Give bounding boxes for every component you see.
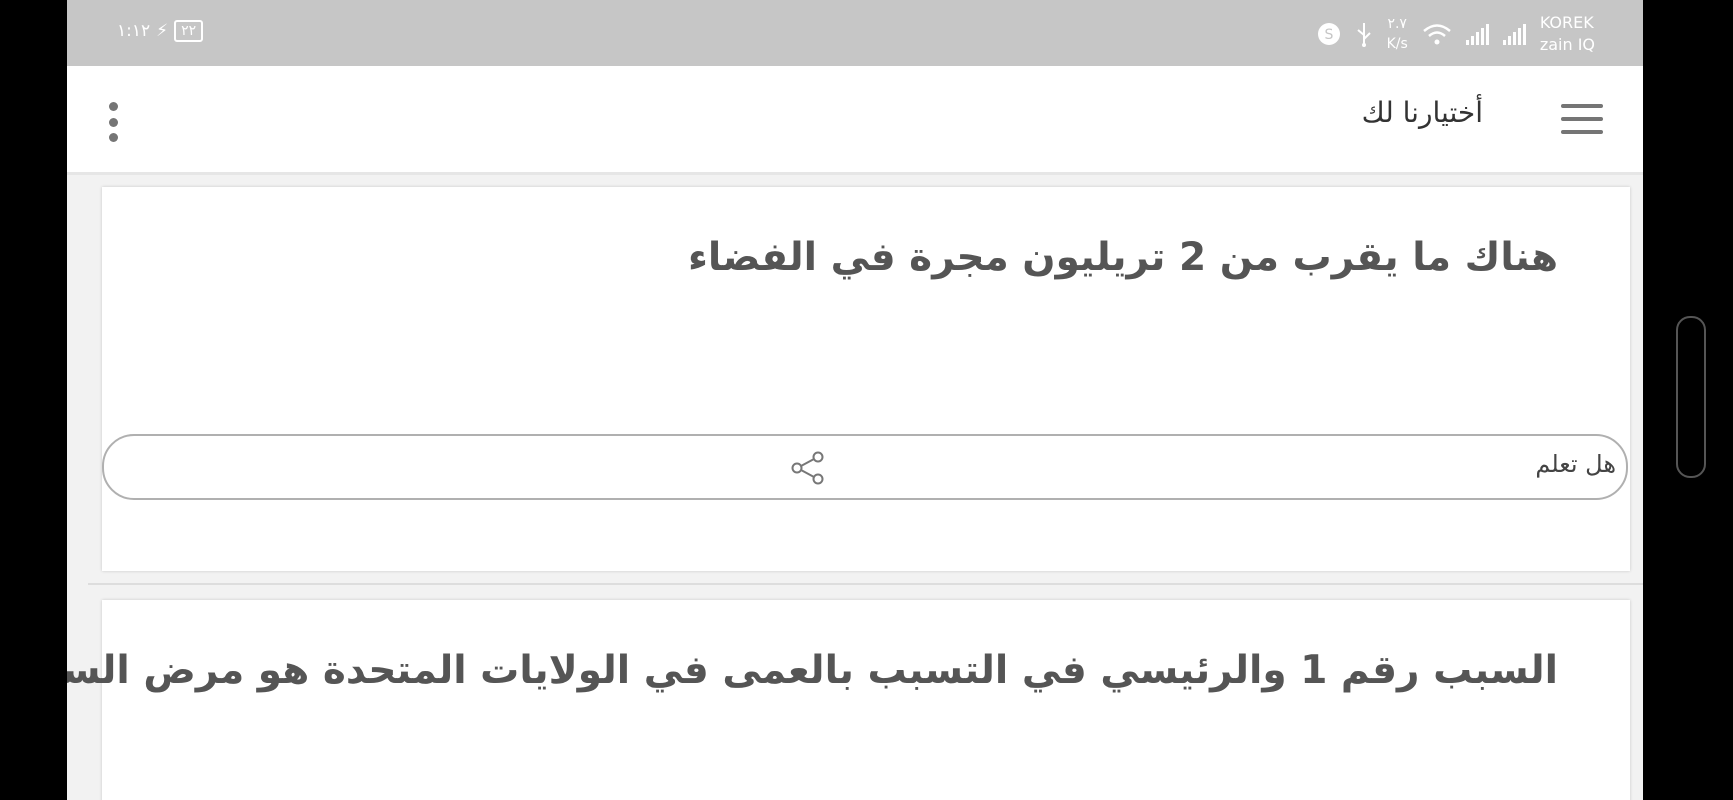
fact-card[interactable]: السبب رقم 1 والرئيسي في التسبب بالعمى في… [67, 600, 1630, 800]
status-left: ١:١٢ ⚡ ٢٢ [117, 20, 204, 42]
side-handle[interactable] [1676, 316, 1706, 478]
share-icon[interactable] [790, 450, 826, 486]
card-title: هناك ما يقرب من 2 تريليون مجرة في الفضاء [687, 235, 1558, 280]
wifi-icon [1423, 24, 1451, 45]
battery-icon: ٢٢ [174, 20, 204, 42]
usb-icon [1356, 23, 1371, 47]
more-vert-icon[interactable] [107, 102, 119, 142]
network-speed: ٢.٧ K/s [1386, 16, 1408, 52]
signal-icon-sim1 [1502, 23, 1526, 45]
skype-icon: S [1317, 23, 1340, 45]
divider [88, 583, 1643, 585]
svg-text:S: S [1324, 27, 1333, 43]
card-category[interactable]: هل تعلم [1535, 450, 1616, 478]
status-bar: ١:١٢ ⚡ ٢٢ S ٢.٧ K/s KOREK zain IQ [67, 0, 1643, 66]
card-footer-bar: هل تعلم [102, 434, 1628, 500]
page-title: أختيارنا لك [1361, 96, 1483, 129]
hamburger-menu-icon[interactable] [1561, 104, 1603, 134]
status-right: S ٢.٧ K/s KOREK zain IQ [1317, 12, 1595, 56]
fact-card[interactable]: هناك ما يقرب من 2 تريليون مجرة في الفضاء… [102, 187, 1630, 571]
charging-icon: ⚡ [156, 21, 169, 41]
carrier-names: KOREK zain IQ [1539, 13, 1595, 54]
app-bar: أختيارنا لك [67, 66, 1643, 175]
clock: ١:١٢ [117, 21, 151, 41]
card-title: السبب رقم 1 والرئيسي في التسبب بالعمى في… [67, 648, 1558, 693]
signal-icon-sim2 [1465, 23, 1489, 45]
app-screen: ١:١٢ ⚡ ٢٢ S ٢.٧ K/s KOREK zain IQ أختيار… [67, 0, 1643, 800]
